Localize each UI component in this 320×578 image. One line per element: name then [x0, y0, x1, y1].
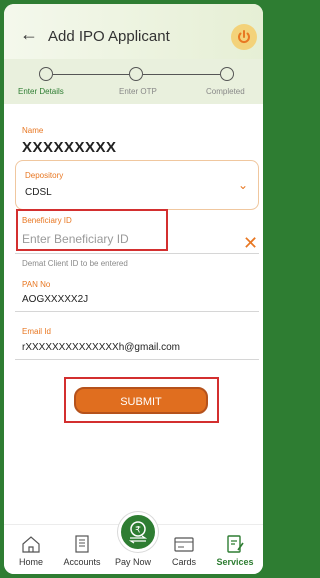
svg-text:₹: ₹ — [135, 526, 141, 536]
pan-underline — [15, 311, 259, 312]
pan-value: AOGXXXXX2J — [22, 294, 89, 305]
beneficiary-underline — [15, 253, 259, 254]
name-label: Name — [22, 126, 44, 135]
pay-now-button[interactable]: ₹ — [118, 512, 158, 552]
pan-label: PAN No — [22, 280, 51, 289]
depository-select[interactable]: Depository CDSL ⌄ — [15, 160, 259, 210]
nav-cards[interactable]: Cards — [160, 535, 208, 567]
step-3-circle — [220, 67, 234, 81]
power-button[interactable] — [231, 24, 257, 50]
card-icon — [174, 537, 194, 552]
nav-home[interactable]: Home — [7, 535, 55, 567]
home-icon — [22, 536, 40, 553]
nav-cards-label: Cards — [171, 557, 196, 567]
email-underline — [15, 359, 259, 360]
nav-paynow[interactable]: Pay Now — [109, 557, 157, 567]
submit-button[interactable]: SUBMIT — [74, 387, 208, 414]
step-3-label: Completed — [206, 87, 245, 96]
step-1-label: Enter Details — [18, 87, 64, 96]
step-2-label: Enter OTP — [119, 87, 157, 96]
step-2-circle — [129, 67, 143, 81]
power-icon — [238, 30, 250, 43]
nav-home-label: Home — [18, 557, 43, 567]
email-label: Email Id — [22, 327, 51, 336]
beneficiary-hint: Demat Client ID to be entered — [22, 259, 128, 268]
nav-services-label: Services — [216, 557, 254, 567]
step-connector-2 — [143, 74, 220, 75]
nav-services[interactable]: Services — [211, 535, 259, 567]
nav-accounts[interactable]: Accounts — [58, 535, 106, 567]
accounts-icon — [75, 535, 89, 553]
services-icon — [227, 535, 244, 553]
page-title: Add IPO Applicant — [48, 28, 170, 45]
chevron-down-icon: ⌄ — [237, 178, 248, 192]
email-value: rXXXXXXXXXXXXXXh@gmail.com — [22, 342, 180, 353]
step-1-circle — [39, 67, 53, 81]
header-bar: ← Add IPO Applicant — [4, 4, 263, 59]
beneficiary-highlight-box — [16, 209, 168, 251]
rupee-transfer-icon: ₹ — [128, 521, 148, 544]
back-arrow-icon[interactable]: ← — [20, 25, 38, 43]
clear-icon[interactable]: ✕ — [243, 233, 258, 254]
name-value: XXXXXXXXX — [22, 139, 117, 156]
nav-accounts-label: Accounts — [63, 557, 101, 567]
app-screen: ← Add IPO Applicant Enter Details Enter … — [4, 4, 263, 574]
depository-value: CDSL — [25, 187, 52, 198]
step-progress: Enter Details Enter OTP Completed — [4, 59, 263, 104]
step-connector-1 — [53, 74, 129, 75]
depository-label: Depository — [25, 171, 64, 180]
nav-paynow-label: Pay Now — [114, 557, 151, 567]
